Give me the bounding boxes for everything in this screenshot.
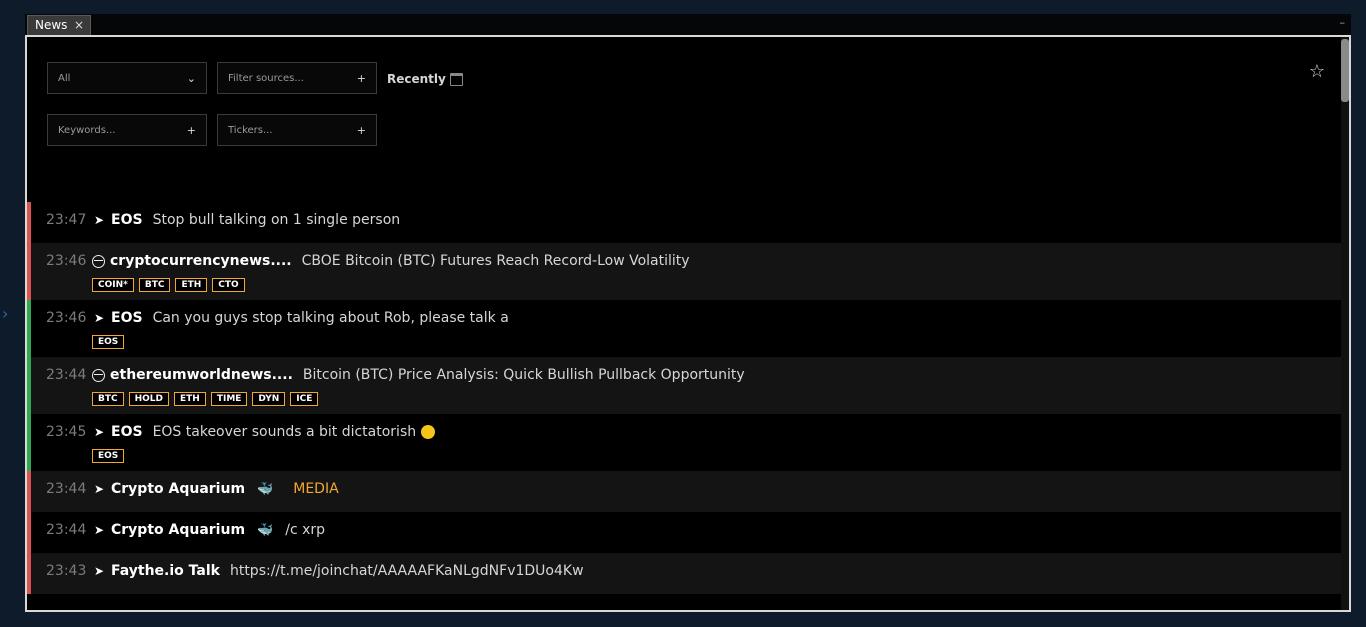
add-keyword-icon[interactable]: + [187,124,196,137]
ticker-tag[interactable]: DYN [252,392,286,406]
news-item-line: 23:47 ➤ EOS Stop bull talking on 1 single p… [46,212,1341,228]
news-item[interactable]: 23:46 cryptocurrencynews.... CBOE Bitcoin … [27,243,1341,300]
news-time: 23:47 [46,212,87,228]
tab-label: News [35,18,68,32]
window-titlebar: News × – [25,14,1351,36]
telegram-icon: ➤ [93,425,105,439]
tickers-input[interactable]: Tickers... + [217,114,377,146]
ticker-tag[interactable]: ICE [290,392,319,406]
news-time: 23:44 [46,367,87,383]
globe-icon [92,254,105,268]
ticker-tag[interactable]: EOS [92,449,125,463]
news-source[interactable]: EOS [111,424,143,440]
news-headline[interactable]: Stop bull talking on 1 single person [153,212,401,228]
ticker-tag[interactable]: ETH [174,392,206,406]
news-time: 23:46 [46,310,87,326]
news-source[interactable]: EOS [111,310,143,326]
news-item[interactable]: 23:44 ethereumworldnews.... Bitcoin (BTC) … [27,357,1341,414]
news-headline[interactable]: MEDIA [293,481,338,497]
news-item-line: 23:44 ➤ Crypto Aquarium 🐳 /c xrp [46,522,1341,538]
whale-icon: 🐳 [257,522,274,538]
ticker-tag[interactable]: COIN* [92,278,134,292]
news-time: 23:46 [46,253,87,269]
add-ticker-icon[interactable]: + [357,124,366,137]
news-time: 23:43 [46,563,87,579]
telegram-icon: ➤ [93,564,105,578]
telegram-icon: ➤ [93,482,105,496]
news-item-line: 23:46 cryptocurrencynews.... CBOE Bitcoin … [46,253,1341,269]
telegram-icon: ➤ [93,311,105,325]
news-headline[interactable]: https://t.me/joinchat/AAAAAFKaNLgdNFv1DU… [230,563,584,579]
news-time: 23:44 [46,481,87,497]
news-headline[interactable]: Bitcoin (BTC) Price Analysis: Quick Bull… [303,367,745,383]
news-headline[interactable]: /c xrp [285,522,325,538]
tab-news[interactable]: News × [27,15,91,35]
grin-emoji-icon [421,425,436,439]
recently-label: Recently [387,72,446,86]
ticker-tag[interactable]: ETH [175,278,208,292]
news-source[interactable]: cryptocurrencynews.... [110,253,292,269]
news-item[interactable]: 23:43 ➤ Faythe.io Talk https://t.me/joincha… [27,553,1341,594]
expand-sidebar-arrow-icon[interactable]: › [2,304,8,323]
scrollbar[interactable] [1341,37,1349,610]
category-select[interactable]: All ⌄ [47,62,207,94]
star-icon[interactable]: ☆ [1309,61,1325,82]
category-value: All [58,72,71,84]
chevron-down-icon: ⌄ [186,71,196,85]
scrollbar-thumb[interactable] [1341,39,1349,102]
news-headline[interactable]: EOS takeover sounds a bit dictatorish [153,424,417,440]
ticker-tag[interactable]: BTC [138,278,171,292]
news-item-line: 23:44 ➤ Crypto Aquarium 🐳 MEDIA [46,481,1341,497]
news-source[interactable]: Faythe.io Talk [111,563,220,579]
news-item-line: 23:44 ethereumworldnews.... Bitcoin (BTC) … [46,367,1341,383]
news-source[interactable]: Crypto Aquarium [111,481,245,497]
news-item[interactable]: 23:46 ➤ EOS Can you guys stop talking about… [27,300,1341,357]
news-tags: BTC HOLD ETH TIME DYN ICE [46,392,1341,406]
news-item[interactable]: 23:44 ➤ Crypto Aquarium 🐳 /c xrp [27,512,1341,553]
telegram-icon: ➤ [93,213,105,227]
news-tags: EOS [46,449,1341,463]
news-time: 23:44 [46,522,87,538]
news-feed: 23:47 ➤ EOS Stop bull talking on 1 single p… [27,202,1341,594]
keywords-placeholder: Keywords... [58,124,116,136]
news-item[interactable]: 23:47 ➤ EOS Stop bull talking on 1 single p… [27,202,1341,243]
news-time: 23:45 [46,424,87,440]
ticker-tag[interactable]: EOS [92,335,125,349]
minimize-icon[interactable]: – [1340,16,1346,29]
globe-icon [92,368,105,382]
news-item-line: 23:46 ➤ EOS Can you guys stop talking about… [46,310,1341,326]
sources-filter-input[interactable]: Filter sources... + [217,62,377,94]
news-tags: EOS [46,335,1341,349]
news-panel: All ⌄ Filter sources... + Recently Keywo… [25,35,1351,612]
news-item[interactable]: 23:45 ➤ EOS EOS takeover sounds a bit dicta… [27,414,1341,471]
sources-placeholder: Filter sources... [228,72,304,84]
telegram-icon: ➤ [93,523,105,537]
recently-toggle[interactable]: Recently [387,72,463,86]
news-tags: COIN* BTC ETH CTO [46,278,1341,292]
ticker-tag[interactable]: CTO [212,278,245,292]
calendar-icon[interactable] [449,72,463,86]
ticker-tag[interactable]: TIME [210,392,248,406]
keywords-input[interactable]: Keywords... + [47,114,207,146]
news-source[interactable]: Crypto Aquarium [111,522,245,538]
news-item-line: 23:45 ➤ EOS EOS takeover sounds a bit dicta… [46,424,1341,440]
news-headline[interactable]: CBOE Bitcoin (BTC) Futures Reach Record-… [302,253,690,269]
news-item-line: 23:43 ➤ Faythe.io Talk https://t.me/joincha… [46,563,1341,579]
add-source-icon[interactable]: + [357,72,366,85]
news-source[interactable]: ethereumworldnews.... [110,367,293,383]
tickers-placeholder: Tickers... [228,124,273,136]
news-item[interactable]: 23:44 ➤ Crypto Aquarium 🐳 MEDIA [27,471,1341,512]
news-source[interactable]: EOS [111,212,143,228]
whale-icon: 🐳 [257,481,274,497]
ticker-tag[interactable]: BTC [92,392,124,406]
news-headline[interactable]: Can you guys stop talking about Rob, ple… [153,310,509,326]
close-icon[interactable]: × [74,18,84,32]
ticker-tag[interactable]: HOLD [128,392,169,406]
